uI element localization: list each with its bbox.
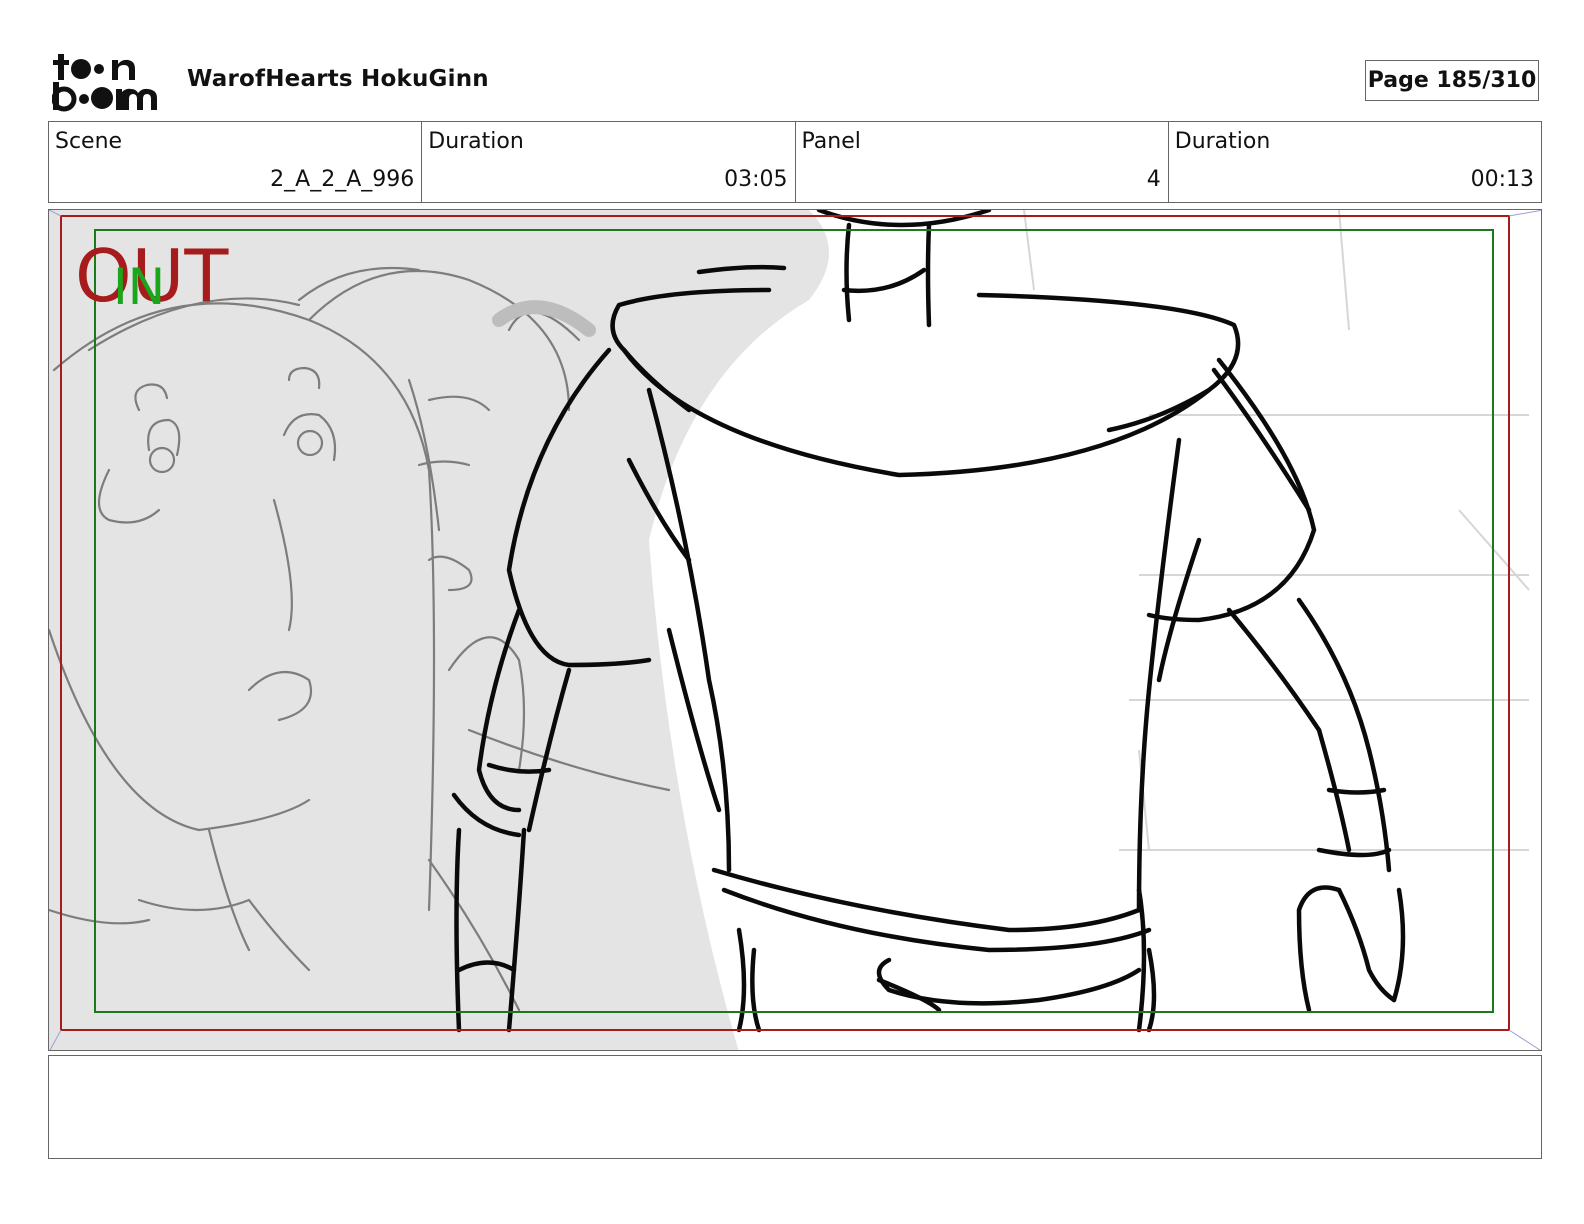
background-shape — [49, 210, 829, 1050]
scene-label: Scene — [55, 129, 123, 154]
scene-cell: Scene 2_A_2_A_996 — [49, 122, 423, 202]
scene-info-table: Scene 2_A_2_A_996 Duration 03:05 Panel 4… — [48, 121, 1542, 203]
scene-duration-label: Duration — [428, 129, 524, 154]
project-title: WarofHearts HokuGinn — [187, 66, 489, 92]
storyboard-panel: OUT IN — [48, 209, 1542, 1051]
panel-duration-label: Duration — [1174, 129, 1271, 154]
page-number: Page 185/310 — [1367, 68, 1537, 93]
toon-boom-logo-icon — [51, 54, 157, 112]
scene-duration-value: 03:05 — [724, 167, 788, 192]
panel-duration-value: 00:13 — [1470, 167, 1534, 192]
scene-value: 2_A_2_A_996 — [270, 167, 415, 192]
panel-value: 4 — [1146, 167, 1161, 192]
panel-label: Panel — [801, 129, 861, 154]
panel-sketch — [49, 210, 1541, 1050]
toon-boom-logo — [51, 52, 164, 112]
panel-duration-cell: Duration 00:13 — [1169, 122, 1541, 202]
in-frame-label: IN — [113, 258, 166, 316]
page-indicator: Page 185/310 — [1365, 60, 1539, 101]
background-wall-lines — [1023, 210, 1530, 851]
panel-notes-box — [48, 1055, 1542, 1159]
scene-duration-cell: Duration 03:05 — [422, 122, 796, 202]
panel-cell: Panel 4 — [796, 122, 1169, 202]
